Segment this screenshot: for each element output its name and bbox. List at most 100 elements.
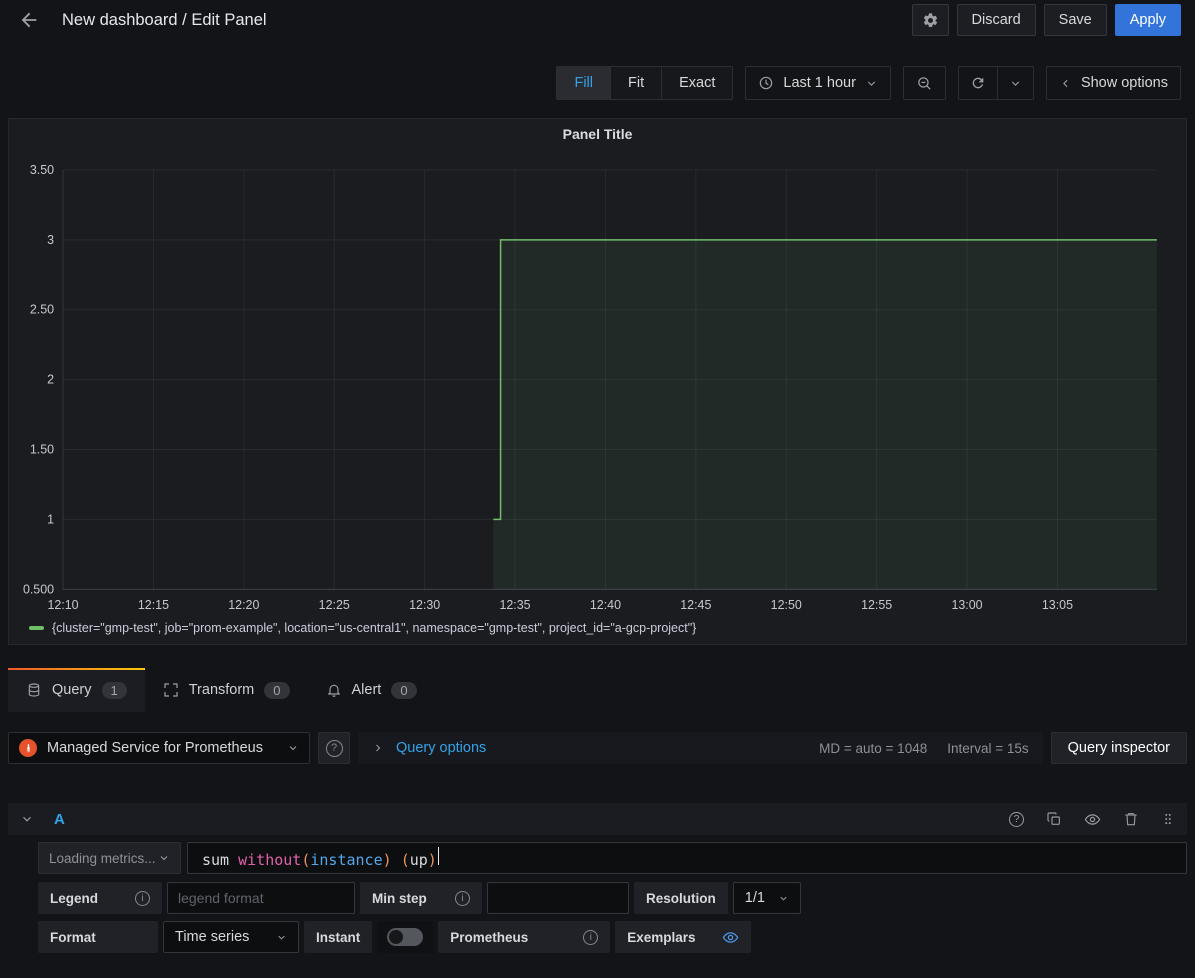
query-options-line-2: Format Time series Instant Prometheus i … [38, 921, 1187, 953]
svg-text:12:15: 12:15 [138, 598, 169, 612]
duplicate-query-icon[interactable] [1046, 811, 1062, 827]
query-options-toggle[interactable]: Query options MD = auto = 1048 Interval … [358, 732, 1043, 764]
svg-text:13:00: 13:00 [951, 598, 982, 612]
svg-text:12:35: 12:35 [499, 598, 530, 612]
query-options-label: Query options [396, 740, 486, 756]
tab-alert-label: Alert [352, 682, 382, 698]
query-options-line-1: Legend i Min step i Resolution 1/1 [38, 882, 1187, 914]
help-icon: ? [326, 740, 343, 757]
datasource-row: Managed Service for Prometheus ? Query o… [8, 732, 1187, 764]
gear-icon [922, 12, 939, 29]
tab-query[interactable]: Query 1 [8, 668, 145, 712]
datasource-name: Managed Service for Prometheus [47, 740, 277, 756]
apply-button[interactable]: Apply [1115, 4, 1181, 36]
query-inspector-button[interactable]: Query inspector [1051, 732, 1187, 764]
metrics-dropdown-label: Loading metrics... [49, 851, 156, 866]
chevron-down-icon [158, 852, 170, 864]
refresh-button[interactable] [959, 67, 997, 99]
tab-alert-count: 0 [391, 682, 416, 699]
min-step-input[interactable] [487, 882, 629, 914]
tab-query-count: 1 [102, 682, 127, 699]
svg-text:3: 3 [47, 233, 54, 247]
format-label-text: Format [50, 930, 96, 945]
display-mode-fit[interactable]: Fit [611, 67, 662, 99]
panel-settings-button[interactable] [912, 4, 949, 36]
instant-toggle[interactable] [377, 921, 433, 953]
tab-transform-count: 0 [264, 682, 289, 699]
query-row-actions: ? [1009, 811, 1175, 828]
time-range-label: Last 1 hour [783, 75, 856, 91]
query-editor-line: Loading metrics... sum without(instance)… [38, 842, 1187, 874]
editor-tab-bar: Query 1 Transform 0 Alert 0 [8, 668, 1187, 712]
chevron-down-icon [1009, 77, 1022, 90]
prometheus-label-text: Prometheus [450, 930, 528, 945]
zoom-out-icon [916, 75, 933, 92]
chevron-down-icon [865, 77, 878, 90]
save-button[interactable]: Save [1044, 4, 1107, 36]
info-icon: i [135, 891, 150, 906]
legend-format-input[interactable] [167, 882, 355, 914]
datasource-help-button[interactable]: ? [318, 732, 350, 764]
svg-text:0.500: 0.500 [23, 582, 54, 596]
refresh-group [958, 66, 1034, 100]
toggle-knob [389, 930, 403, 944]
info-icon: i [583, 930, 598, 945]
promql-code-editor[interactable]: sum without(instance) (up) [187, 842, 1187, 874]
resolution-select[interactable]: 1/1 [733, 882, 801, 914]
svg-text:3.50: 3.50 [30, 163, 54, 177]
bell-icon [326, 682, 342, 698]
svg-text:12:20: 12:20 [228, 598, 259, 612]
instant-label-text: Instant [316, 930, 360, 945]
page-title: New dashboard / Edit Panel [62, 11, 267, 30]
query-ref-id: A [54, 811, 65, 828]
timeseries-plot[interactable]: 0.50011.5022.5033.5012:1012:1512:2012:25… [9, 149, 1186, 612]
format-field-label: Format [38, 921, 158, 953]
toggle-track [387, 928, 423, 946]
display-mode-group: Fill Fit Exact [556, 66, 733, 100]
drag-handle-icon[interactable] [1161, 811, 1175, 827]
svg-text:12:30: 12:30 [409, 598, 440, 612]
min-step-field-label: Min step i [360, 882, 482, 914]
refresh-interval-dropdown[interactable] [997, 67, 1033, 99]
discard-button[interactable]: Discard [957, 4, 1036, 36]
collapse-chevron-icon[interactable] [20, 812, 34, 826]
exemplars-eye-icon[interactable] [722, 929, 739, 946]
legend-series-label[interactable]: {cluster="gmp-test", job="prom-example",… [52, 621, 696, 635]
clock-icon [758, 75, 774, 91]
delete-query-trash-icon[interactable] [1123, 811, 1139, 827]
svg-text:2.50: 2.50 [30, 303, 54, 317]
show-options-button[interactable]: Show options [1046, 66, 1181, 100]
interval-value: Interval = 15s [947, 741, 1028, 756]
min-step-label-text: Min step [372, 891, 427, 906]
svg-text:12:25: 12:25 [319, 598, 350, 612]
hide-query-eye-icon[interactable] [1084, 811, 1101, 828]
query-help-icon[interactable]: ? [1009, 812, 1024, 827]
legend-label-text: Legend [50, 891, 98, 906]
resolution-field-label: Resolution [634, 882, 728, 914]
arrow-left-icon [18, 9, 40, 31]
legend-swatch [29, 626, 44, 630]
tab-transform[interactable]: Transform 0 [145, 668, 308, 712]
query-options-meta: MD = auto = 1048 Interval = 15s [819, 741, 1029, 756]
tab-transform-label: Transform [189, 682, 255, 698]
chevron-down-icon [778, 893, 789, 904]
svg-text:1: 1 [47, 512, 54, 526]
back-button[interactable] [16, 7, 42, 33]
format-select[interactable]: Time series [163, 921, 299, 953]
svg-text:12:40: 12:40 [590, 598, 621, 612]
info-icon: i [455, 891, 470, 906]
header-bar: New dashboard / Edit Panel Discard Save … [0, 0, 1195, 40]
resolution-value: 1/1 [745, 890, 765, 906]
metrics-dropdown[interactable]: Loading metrics... [38, 842, 181, 874]
datasource-picker[interactable]: Managed Service for Prometheus [8, 732, 310, 764]
time-range-picker[interactable]: Last 1 hour [745, 66, 891, 100]
display-mode-exact[interactable]: Exact [662, 67, 732, 99]
svg-text:1.50: 1.50 [30, 442, 54, 456]
chevron-down-icon [276, 932, 287, 943]
text-cursor [438, 847, 440, 865]
tab-alert[interactable]: Alert 0 [308, 668, 435, 712]
chevron-down-icon [287, 742, 299, 754]
display-mode-fill[interactable]: Fill [557, 67, 611, 99]
edit-toolbar: Fill Fit Exact Last 1 hour [0, 66, 1195, 100]
zoom-out-button[interactable] [903, 66, 946, 100]
